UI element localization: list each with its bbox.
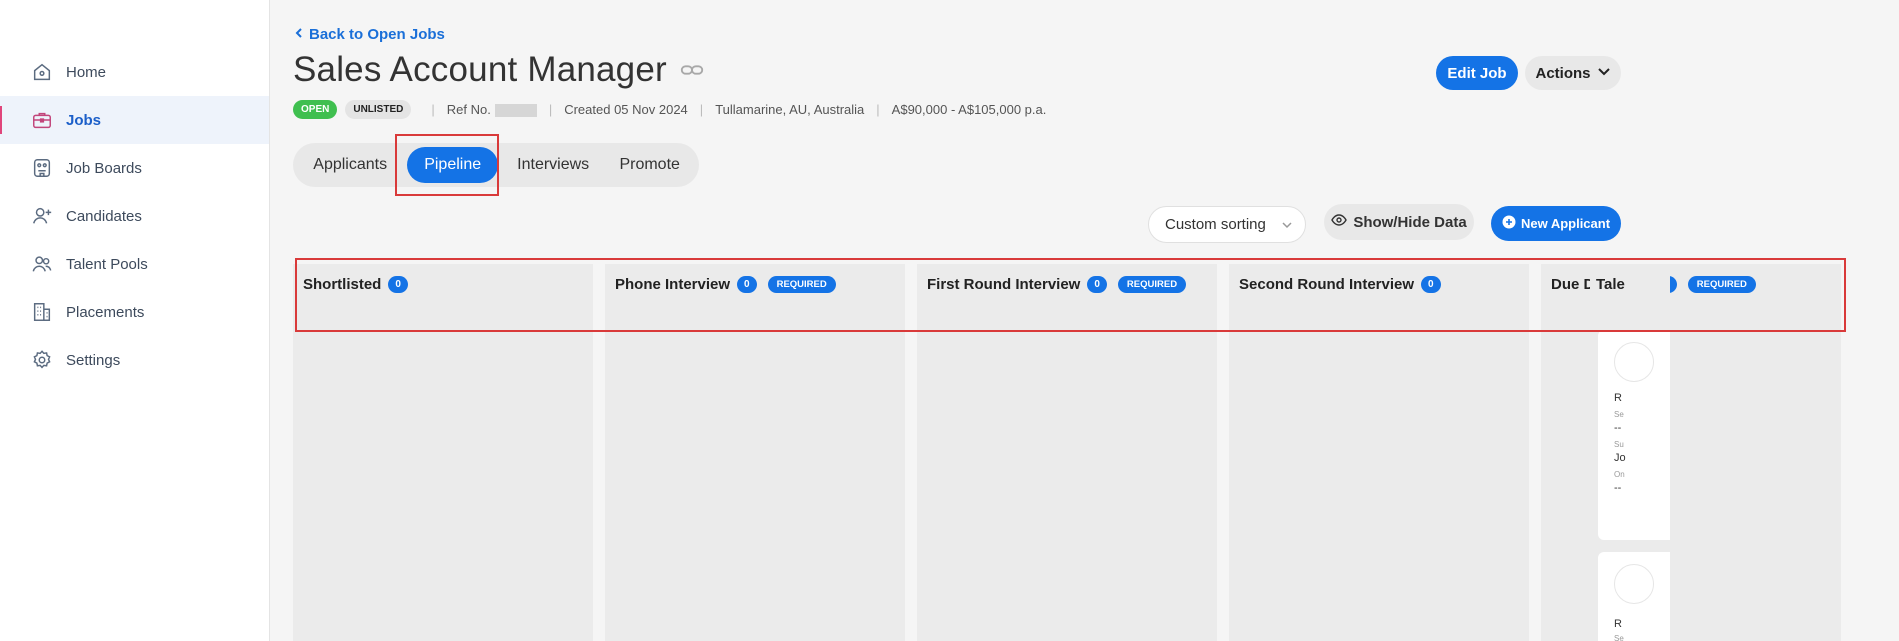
- column-title: Phone Interview: [615, 276, 731, 293]
- job-meta: OPEN UNLISTED | Ref No. | Created 05 Nov…: [293, 100, 1046, 119]
- card-text: R: [1614, 392, 1622, 404]
- edit-job-button[interactable]: Edit Job: [1436, 56, 1518, 90]
- sidebar-item-talent-pools[interactable]: Talent Pools: [0, 240, 269, 288]
- status-badge-unlisted: UNLISTED: [345, 100, 412, 119]
- card-text: --: [1614, 482, 1622, 494]
- candidate-card[interactable]: R Se -- Su Jo On --: [1598, 330, 1670, 540]
- pipeline-column-second-round-interview: Second Round Interview 0: [1229, 264, 1529, 641]
- count-badge: 0: [1421, 276, 1441, 293]
- sidebar-item-home[interactable]: Home: [0, 48, 269, 96]
- card-subtext: On: [1614, 470, 1625, 479]
- users-icon: [30, 252, 54, 276]
- sidebar-item-candidates[interactable]: Candidates: [0, 192, 269, 240]
- new-applicant-button[interactable]: New Applicant: [1491, 206, 1621, 241]
- required-badge: REQUIRED: [1117, 276, 1187, 293]
- column-header: First Round Interview 0 REQUIRED: [927, 276, 1187, 293]
- sidebar-item-placements[interactable]: Placements: [0, 288, 269, 336]
- divider: |: [699, 102, 704, 117]
- tab-interviews[interactable]: Interviews: [502, 147, 604, 183]
- sidebar: Home Jobs Job Boards Candidates Talent P…: [0, 0, 270, 641]
- eye-icon: [1331, 212, 1348, 232]
- pipeline-column-phone-interview: Phone Interview 0 REQUIRED: [605, 264, 905, 641]
- required-badge: REQUIRED: [1687, 276, 1756, 293]
- actions-button[interactable]: Actions: [1525, 56, 1621, 90]
- ref-label: Ref No.: [446, 101, 491, 117]
- new-applicant-label: New Applicant: [1520, 216, 1611, 231]
- back-link[interactable]: Back to Open Jobs: [293, 26, 445, 43]
- column-title: First Round Interview: [927, 276, 1081, 293]
- tab-pipeline[interactable]: Pipeline: [407, 147, 498, 183]
- count-badge: 0: [1087, 276, 1107, 293]
- card-text: --: [1614, 422, 1622, 434]
- pipeline-column-first-round-interview: First Round Interview 0 REQUIRED: [917, 264, 1217, 641]
- count-badge: 0: [388, 276, 408, 293]
- card-subtext: Se: [1614, 410, 1624, 419]
- briefcase-icon: [30, 108, 54, 132]
- ref-number: Ref No.: [446, 101, 537, 118]
- divider: |: [876, 102, 880, 117]
- column-title: Second Round Interview: [1239, 276, 1415, 293]
- sidebar-item-settings[interactable]: Settings: [0, 336, 269, 384]
- required-badge: REQUIRED: [767, 276, 836, 293]
- column-title: Shortlisted: [303, 276, 382, 293]
- divider: |: [431, 102, 435, 117]
- sidebar-item-jobs[interactable]: Jobs: [0, 96, 269, 144]
- job-boards-icon: [30, 156, 54, 180]
- avatar: [1614, 564, 1654, 604]
- card-subtext: Su: [1614, 440, 1624, 449]
- gear-icon: [30, 348, 54, 372]
- sort-value: Custom sorting: [1165, 216, 1266, 233]
- card-text: Jo: [1614, 452, 1626, 464]
- sidebar-item-job-boards[interactable]: Job Boards: [0, 144, 269, 192]
- sidebar-item-label: Settings: [66, 351, 121, 369]
- job-location: Tullamarine, AU, Australia: [715, 102, 865, 117]
- plus-circle-icon: [1502, 215, 1516, 232]
- ref-redacted: [494, 104, 537, 118]
- chevron-left-icon: [293, 26, 305, 43]
- sort-select[interactable]: Custom sorting: [1148, 206, 1306, 243]
- building-icon: [30, 300, 54, 324]
- column-header: Shortlisted 0: [303, 276, 408, 293]
- sidebar-item-label: Job Boards: [66, 159, 142, 177]
- page-title: Sales Account Manager: [293, 50, 667, 89]
- add-user-icon: [30, 204, 54, 228]
- column-header: Second Round Interview 0: [1239, 276, 1441, 293]
- sidebar-item-label: Talent Pools: [66, 255, 148, 273]
- link-icon[interactable]: [679, 56, 707, 84]
- count-badge: 0: [737, 276, 757, 293]
- candidate-card[interactable]: R Se: [1598, 552, 1670, 641]
- title-row: Sales Account Manager: [293, 50, 707, 90]
- show-hide-data-button[interactable]: Show/Hide Data: [1324, 204, 1474, 240]
- job-tabs: Applicants Pipeline Interviews Promote: [293, 143, 699, 187]
- salary-range: A$90,000 - A$105,000 p.a.: [891, 102, 1047, 117]
- divider: |: [548, 102, 553, 117]
- pipeline-column-due-diligence: Due Diligence 0 REQUIRED: [1541, 264, 1841, 641]
- avatar: [1614, 342, 1654, 382]
- sidebar-item-label: Placements: [66, 303, 145, 321]
- tab-applicants[interactable]: Applicants: [297, 147, 403, 183]
- home-icon: [30, 60, 54, 84]
- sidebar-item-label: Jobs: [66, 111, 102, 129]
- created-date: Created 05 Nov 2024: [564, 102, 688, 117]
- pipeline-column-partial: Tale R Se -- Su Jo On -- R Se: [1590, 264, 1670, 641]
- actions-label: Actions: [1535, 64, 1591, 82]
- card-subtext: Se: [1614, 634, 1624, 641]
- sidebar-item-label: Home: [66, 63, 107, 81]
- sidebar-item-label: Candidates: [66, 207, 142, 225]
- back-link-label: Back to Open Jobs: [309, 26, 445, 43]
- column-title: Tale: [1596, 276, 1625, 293]
- show-hide-label: Show/Hide Data: [1353, 213, 1467, 231]
- status-badge-open: OPEN: [293, 100, 338, 119]
- card-text: R: [1614, 618, 1622, 630]
- sidebar-nav: Home Jobs Job Boards Candidates Talent P…: [0, 48, 269, 384]
- column-header: Phone Interview 0 REQUIRED: [615, 276, 836, 293]
- chevron-down-icon: [1597, 64, 1611, 82]
- tab-promote[interactable]: Promote: [604, 147, 695, 183]
- pipeline-column-shortlisted: Shortlisted 0: [293, 264, 593, 641]
